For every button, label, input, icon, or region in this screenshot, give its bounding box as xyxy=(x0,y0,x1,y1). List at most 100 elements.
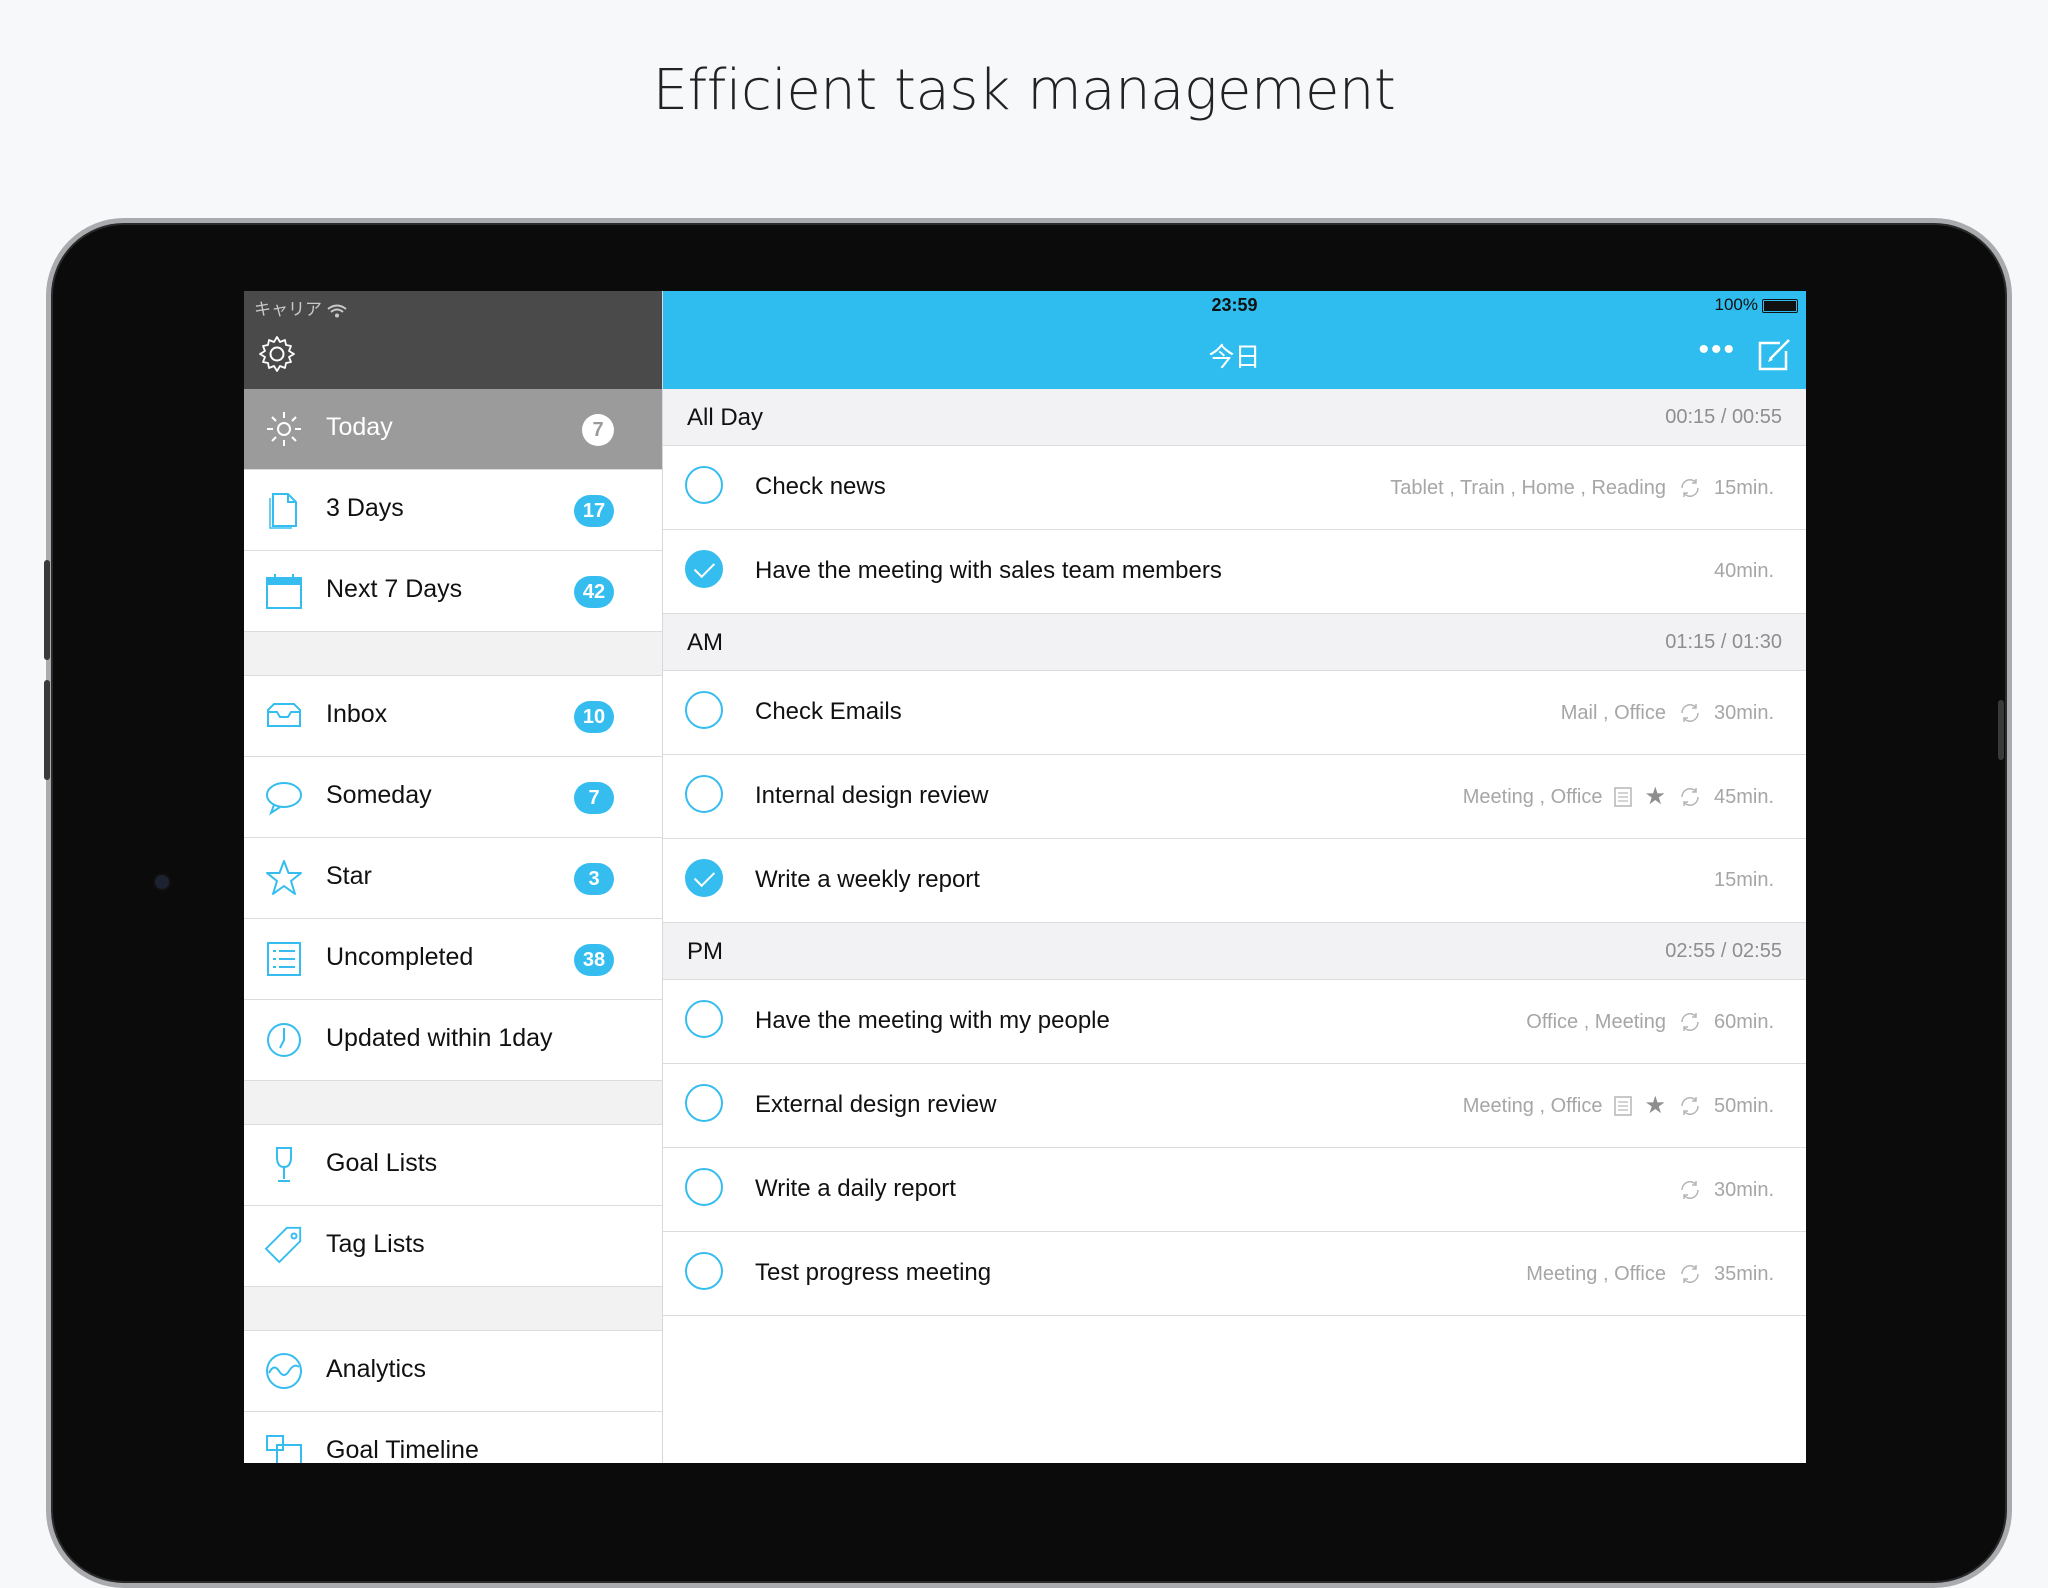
star-icon: ★ xyxy=(1644,1092,1666,1119)
more-button[interactable]: ••• xyxy=(1698,333,1736,367)
task-checkbox[interactable] xyxy=(685,691,723,729)
task-meta: 15min. xyxy=(1714,869,1774,892)
task-row[interactable]: Check Emails Mail , Office 30min. xyxy=(663,671,1806,755)
task-title: Have the meeting with sales team members xyxy=(755,557,1222,584)
task-checkbox[interactable] xyxy=(685,550,723,588)
sidebar-item-updated-within-1day[interactable]: Updated within 1day xyxy=(244,1000,662,1081)
section-title: PM xyxy=(687,938,723,965)
sidebar-item-label: Inbox xyxy=(326,700,388,728)
task-checkbox[interactable] xyxy=(685,1252,723,1290)
task-row[interactable]: External design review Meeting , Office ★ 5… xyxy=(663,1064,1806,1148)
repeat-icon xyxy=(1681,788,1699,806)
battery-icon xyxy=(1762,299,1798,313)
sidebar-item-label: Goal Timeline xyxy=(326,1436,479,1463)
task-row[interactable]: Check news Tablet , Train , Home , Readin… xyxy=(663,446,1806,530)
main-panel: 23:59 100% 今日 ••• All Day 00:15 / 00:55 Ch… xyxy=(663,291,1806,1463)
sidebar-group-gap xyxy=(244,632,662,676)
task-checkbox[interactable] xyxy=(685,775,723,813)
section-title: AM xyxy=(687,629,723,656)
task-row[interactable]: Have the meeting with sales team members… xyxy=(663,530,1806,614)
task-row[interactable]: Write a weekly report 15min. xyxy=(663,839,1806,923)
task-checkbox[interactable] xyxy=(685,859,723,897)
sun-icon xyxy=(267,412,301,446)
task-row[interactable]: Test progress meeting Meeting , Office 35m… xyxy=(663,1232,1806,1316)
sidebar-item-label: Uncompleted xyxy=(326,943,474,971)
sidebar-item-next-7-days[interactable]: Next 7 Days 42 xyxy=(244,551,662,632)
task-tags: Meeting , Office xyxy=(1462,785,1603,808)
task-duration: 30min. xyxy=(1713,1178,1774,1201)
note-icon xyxy=(1614,1096,1633,1116)
task-meta: Mail , Office 30min. xyxy=(1561,701,1774,725)
sidebar-item-tag-lists[interactable]: Tag Lists xyxy=(244,1206,662,1287)
task-title: Write a weekly report xyxy=(755,866,980,893)
sidebar-group-gap xyxy=(244,1081,662,1125)
sidebar-item-label: Today xyxy=(326,413,393,441)
count-badge: 38 xyxy=(574,944,614,976)
sidebar-group-gap xyxy=(244,1287,662,1331)
speech-bubble-icon xyxy=(266,782,302,816)
task-checkbox[interactable] xyxy=(685,1084,723,1122)
task-row[interactable]: Write a daily report 30min. xyxy=(663,1148,1806,1232)
task-row[interactable]: Internal design review Meeting , Office ★ 4… xyxy=(663,755,1806,839)
sidebar-item-label: Tag Lists xyxy=(326,1230,425,1258)
section-header: All Day 00:15 / 00:55 xyxy=(663,389,1806,446)
task-row[interactable]: Have the meeting with my people Office , … xyxy=(663,980,1806,1064)
section-header: AM 01:15 / 01:30 xyxy=(663,614,1806,671)
star-icon: ★ xyxy=(1644,783,1666,810)
repeat-icon xyxy=(1681,1097,1699,1115)
repeat-icon xyxy=(1681,1265,1699,1283)
section-time: 00:15 / 00:55 xyxy=(1665,406,1782,428)
page-headline: Efficient task management xyxy=(652,58,1396,123)
sidebar-item-analytics[interactable]: Analytics xyxy=(244,1331,662,1412)
task-checkbox[interactable] xyxy=(685,466,723,504)
document-icon xyxy=(269,493,297,529)
carrier-text: キャリア xyxy=(254,300,322,319)
gear-icon[interactable] xyxy=(257,334,297,374)
sidebar-item-uncompleted[interactable]: Uncompleted 38 xyxy=(244,919,662,1000)
clock-icon xyxy=(267,1023,301,1057)
nav-title: 今日 xyxy=(1208,343,1261,373)
count-badge: 17 xyxy=(574,495,614,527)
task-meta: Meeting , Office ★ 45min. xyxy=(1463,785,1774,809)
task-meta: 40min. xyxy=(1714,560,1774,583)
task-meta: Meeting , Office 35min. xyxy=(1526,1262,1774,1286)
sidebar-item-label: Analytics xyxy=(326,1355,427,1383)
sidebar-item-label: Updated within 1day xyxy=(326,1024,553,1052)
sidebar-item-goal-timeline[interactable]: Goal Timeline xyxy=(244,1412,662,1463)
sidebar: キャリア Today 7 3 Days 17 Next 7 Days 42 Inbox 10 S… xyxy=(244,291,663,1463)
section-time: 02:55 / 02:55 xyxy=(1665,940,1782,962)
task-duration: 40min. xyxy=(1713,560,1774,582)
task-title: Check news xyxy=(755,473,886,500)
section-header: PM 02:55 / 02:55 xyxy=(663,923,1806,980)
task-meta: Meeting , Office ★ 50min. xyxy=(1463,1094,1774,1118)
tag-icon xyxy=(264,1226,302,1264)
camera-dot xyxy=(155,875,169,889)
compose-icon[interactable] xyxy=(1756,337,1792,373)
task-list: All Day 00:15 / 00:55 Check news Tablet , T… xyxy=(663,389,1806,1316)
task-checkbox[interactable] xyxy=(685,1168,723,1206)
repeat-icon xyxy=(1681,479,1699,497)
sidebar-item-goal-lists[interactable]: Goal Lists xyxy=(244,1125,662,1206)
sidebar-item-today[interactable]: Today 7 xyxy=(244,389,662,470)
sidebar-item-inbox[interactable]: Inbox 10 xyxy=(244,676,662,757)
sidebar-item-someday[interactable]: Someday 7 xyxy=(244,757,662,838)
task-title: Write a daily report xyxy=(755,1175,956,1202)
app-screen: キャリア Today 7 3 Days 17 Next 7 Days 42 Inbox 10 S… xyxy=(244,291,1806,1463)
task-duration: 15min. xyxy=(1713,476,1774,499)
sidebar-item-3-days[interactable]: 3 Days 17 xyxy=(244,470,662,551)
task-meta: Office , Meeting 60min. xyxy=(1526,1010,1774,1034)
count-badge: 3 xyxy=(574,863,614,895)
inbox-icon xyxy=(267,703,301,727)
volume-button xyxy=(44,560,50,660)
task-meta: 30min. xyxy=(1678,1178,1774,1202)
sidebar-item-star[interactable]: Star 3 xyxy=(244,838,662,919)
checklist-icon xyxy=(267,942,301,976)
task-checkbox[interactable] xyxy=(685,1000,723,1038)
task-tags: Mail , Office xyxy=(1560,701,1666,724)
timeline-icon xyxy=(266,1435,302,1463)
note-icon xyxy=(1614,787,1633,807)
count-badge: 10 xyxy=(574,701,614,733)
task-tags: Meeting , Office xyxy=(1462,1094,1603,1117)
task-tags: Tablet , Train , Home , Reading xyxy=(1390,476,1666,499)
sidebar-item-label: Goal Lists xyxy=(326,1149,438,1177)
